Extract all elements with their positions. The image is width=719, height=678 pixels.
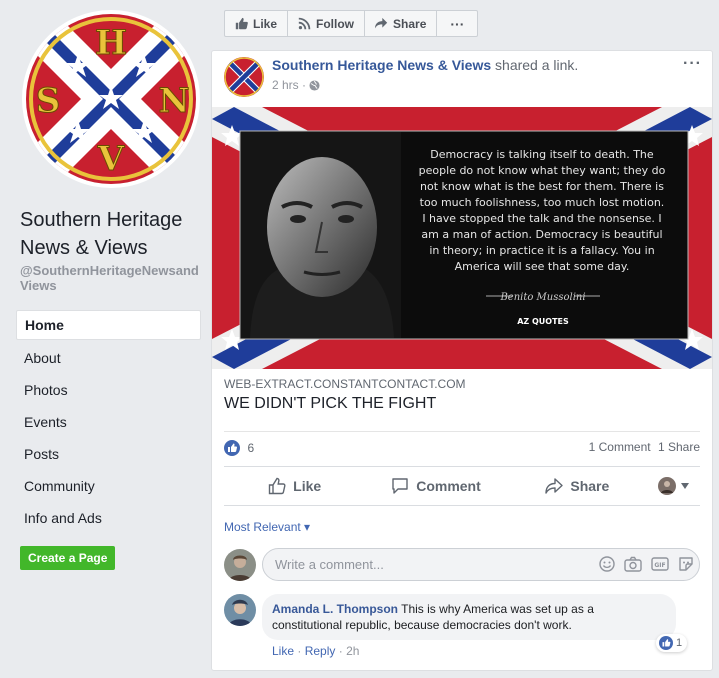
nav-item-about[interactable]: About <box>16 342 201 374</box>
post-action-row: Like Comment Share <box>224 466 700 506</box>
svg-text:GIF: GIF <box>654 562 665 569</box>
comment-sort-dropdown[interactable]: Most Relevant ▾ <box>224 520 310 534</box>
chevron-down-icon <box>681 483 690 489</box>
post-like-button[interactable]: Like <box>224 467 365 505</box>
viewer-avatar <box>658 477 677 495</box>
confederate-flag-logo-small <box>224 57 264 97</box>
page-like-label: Like <box>253 16 278 31</box>
page-profile-picture[interactable]: H S N V <box>22 10 200 188</box>
thumbs-up-icon <box>228 443 238 452</box>
engagement-counts: 1 Comment 1 Share <box>589 440 700 454</box>
like-reaction-icon <box>659 636 673 650</box>
portrait-image <box>241 132 401 338</box>
link-title[interactable]: WE DIDN'T PICK THE FIGHT <box>224 395 436 413</box>
post-link-word[interactable]: link. <box>553 57 578 73</box>
nav-item-info-and-ads[interactable]: Info and Ads <box>16 502 201 534</box>
page-share-button[interactable]: Share <box>365 11 438 36</box>
comment-time[interactable]: 2h <box>346 644 359 658</box>
post-like-label: Like <box>293 478 322 494</box>
post-options-button[interactable]: ··· <box>683 55 702 73</box>
emoji-icon[interactable] <box>599 556 615 572</box>
quote-line-6: am a man of action. Democracy is beautif… <box>421 228 662 241</box>
post-share-label: Share <box>570 478 610 494</box>
page-more-button[interactable]: ··· <box>437 11 477 36</box>
separator-dot: · <box>297 644 305 658</box>
page-title[interactable]: Southern Heritage News & Views <box>20 206 205 262</box>
page-follow-label: Follow <box>316 16 355 31</box>
quote-line-4: too much foolishness, too much lost moti… <box>420 196 665 209</box>
quote-line-2: people do not know what they want; they … <box>419 164 666 177</box>
nav-item-posts[interactable]: Posts <box>16 438 201 470</box>
nav-item-photos[interactable]: Photos <box>16 374 201 406</box>
confederate-flag-logo: H S N V <box>26 14 196 184</box>
quote-line-5: I have stopped the talk and the nonsense… <box>422 212 661 225</box>
comment-reaction-badge[interactable]: 1 <box>656 634 688 652</box>
link-preview-image[interactable]: Democracy is talking itself to death. Th… <box>212 107 712 369</box>
comment-count[interactable]: 1 Comment <box>589 440 651 454</box>
thumbs-up-icon <box>235 17 248 30</box>
gif-icon[interactable]: GIF <box>651 556 669 572</box>
logo-letter-top: H <box>95 23 127 63</box>
post-meta: 2 hrs · <box>272 78 320 92</box>
share-arrow-icon <box>545 478 564 494</box>
page-action-buttons: Like Follow Share ··· <box>224 10 479 37</box>
quote-attribution: Benito Mussolini <box>499 292 585 303</box>
page-action-bar: Like Follow Share ··· <box>211 0 719 50</box>
link-domain[interactable]: WEB-EXTRACT.CONSTANTCONTACT.COM <box>224 377 466 391</box>
viewer-avatar-large <box>224 549 256 581</box>
post-comment-button[interactable]: Comment <box>365 467 506 505</box>
page-handle[interactable]: @SouthernHeritageNewsandViews <box>20 263 205 293</box>
post-as-selector[interactable] <box>648 467 700 505</box>
create-page-button[interactable]: Create a Page <box>20 546 116 570</box>
post-author-link[interactable]: Southern Heritage News & Views <box>272 57 491 73</box>
page-share-label: Share <box>393 16 427 31</box>
comment-bubble: Amanda L. Thompson This is why America w… <box>262 594 676 640</box>
comment-reply-link[interactable]: Reply <box>305 644 336 658</box>
separator-dot: · <box>338 644 347 658</box>
page-follow-button[interactable]: Follow <box>288 11 366 36</box>
quote-line-3: not know what is the best for them. Ther… <box>420 180 664 193</box>
like-count[interactable]: 6 <box>247 441 254 455</box>
comment-composer: Write a comment... GIF <box>224 548 702 582</box>
post-timestamp[interactable]: 2 hrs · <box>272 78 306 92</box>
globe-icon <box>309 79 320 91</box>
nav-item-events[interactable]: Events <box>16 406 201 438</box>
post-author-avatar[interactable] <box>224 57 264 97</box>
quote-line-1: Democracy is talking itself to death. Th… <box>430 148 654 161</box>
comment-icon <box>392 478 408 494</box>
post-comment-label: Comment <box>416 478 481 494</box>
quote-line-7: in theory; in practice it is a fallacy. … <box>429 244 654 257</box>
like-reaction-icon[interactable] <box>224 439 240 456</box>
rss-icon <box>298 17 311 30</box>
quote-image: Democracy is talking itself to death. Th… <box>212 107 712 369</box>
share-count[interactable]: 1 Share <box>658 440 700 454</box>
post-share-button[interactable]: Share <box>507 467 648 505</box>
commenter-avatar[interactable] <box>224 594 256 626</box>
azquotes-brand: AZ QUOTES <box>517 317 569 326</box>
comment-author[interactable]: Amanda L. Thompson <box>272 602 398 616</box>
reactions-summary: 6 1 Comment 1 Share <box>224 431 700 461</box>
thumbs-up-outline-icon <box>268 477 286 495</box>
comment-reaction-count: 1 <box>676 637 683 649</box>
page-nav: Home About Photos Events Posts Community… <box>16 310 201 534</box>
logo-letter-right: N <box>158 81 189 121</box>
page-like-button[interactable]: Like <box>225 11 289 36</box>
comment-actions: Like · Reply · 2h <box>272 644 359 658</box>
share-arrow-icon <box>375 17 388 29</box>
post-card: Southern Heritage News & Views shared a … <box>211 50 713 671</box>
sticker-icon[interactable] <box>678 556 694 572</box>
logo-letter-bottom: V <box>97 139 125 179</box>
nav-item-community[interactable]: Community <box>16 470 201 502</box>
comment-like-link[interactable]: Like <box>272 644 294 658</box>
camera-icon[interactable] <box>624 556 642 572</box>
comment-input-icons: GIF <box>599 556 694 572</box>
quote-line-8: America will see that some day. <box>455 260 630 273</box>
nav-item-home[interactable]: Home <box>16 310 201 340</box>
left-column: H S N V Southern Heritage News & Views @… <box>0 0 210 678</box>
post-header: Southern Heritage News & Views shared a … <box>272 57 578 73</box>
logo-letter-left: S <box>36 81 61 121</box>
post-action-text: shared a <box>495 57 550 73</box>
